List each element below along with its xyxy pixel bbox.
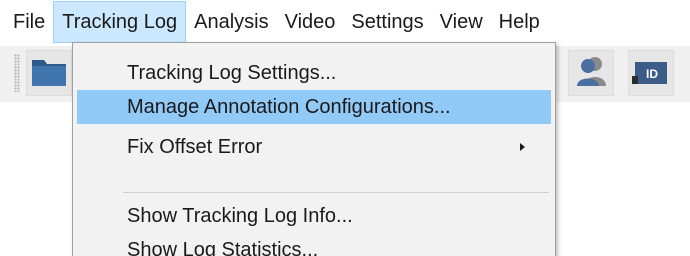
tracking-log-dropdown: Tracking Log Settings... Manage Annotati…: [72, 42, 556, 256]
toolbar-grip[interactable]: [14, 54, 20, 92]
menu-separator: [123, 192, 549, 193]
manage-annotation-configurations-item[interactable]: Manage Annotation Configurations...: [77, 90, 551, 124]
folder-icon: [30, 54, 68, 93]
app-window: File Tracking Log Analysis Video Setting…: [0, 0, 690, 256]
menu-analysis[interactable]: Analysis: [186, 1, 276, 43]
menu-tracking-log[interactable]: Tracking Log: [53, 1, 187, 43]
id-tag-button[interactable]: ID: [628, 50, 674, 96]
id-tag-text: ID: [646, 67, 658, 81]
menu-settings[interactable]: Settings: [343, 1, 431, 43]
submenu-arrow-icon: [520, 143, 525, 151]
menu-help[interactable]: Help: [491, 1, 548, 43]
show-tracking-log-info-item[interactable]: Show Tracking Log Info...: [77, 199, 551, 233]
fix-offset-error-item[interactable]: Fix Offset Error: [77, 130, 551, 164]
users-button[interactable]: [568, 50, 614, 96]
menu-file[interactable]: File: [5, 1, 53, 43]
menu-video[interactable]: Video: [277, 1, 344, 43]
fix-offset-error-label: Fix Offset Error: [127, 136, 263, 158]
tracking-log-settings-item[interactable]: Tracking Log Settings...: [77, 56, 551, 90]
id-tag-icon: ID: [631, 54, 671, 93]
menu-view[interactable]: View: [432, 1, 491, 43]
users-icon: [574, 54, 608, 93]
menu-bar: File Tracking Log Analysis Video Setting…: [0, 0, 690, 44]
show-log-statistics-item[interactable]: Show Log Statistics...: [77, 233, 551, 256]
open-folder-button[interactable]: [26, 50, 72, 96]
